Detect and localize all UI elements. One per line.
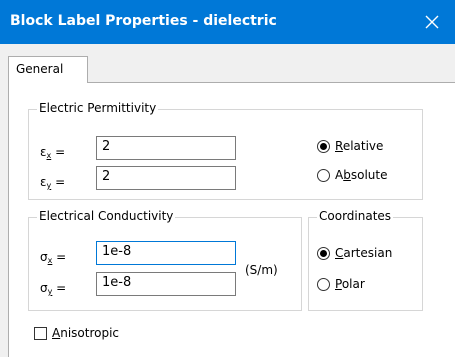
tab-general-label: General [16, 62, 64, 76]
coordinates-legend: Coordinates [317, 209, 394, 223]
conductivity-units: (S/m) [245, 263, 278, 277]
title-bar: Block Label Properties - dielectric [0, 0, 455, 44]
permittivity-legend: Electric Permittivity [37, 101, 159, 115]
absolute-radio[interactable] [317, 169, 330, 182]
epsilon-y-label: εy = [40, 175, 66, 190]
polar-label[interactable]: Polar [335, 277, 365, 291]
polar-radio[interactable] [317, 278, 330, 291]
epsilon-y-input[interactable]: 2 [96, 166, 236, 190]
relative-label[interactable]: Relative [335, 139, 383, 153]
close-button[interactable] [409, 0, 455, 44]
cartesian-radio[interactable] [317, 247, 330, 260]
cartesian-label[interactable]: Cartesian [335, 246, 392, 260]
anisotropic-label[interactable]: Anisotropic [52, 326, 119, 340]
absolute-label[interactable]: Absolute [335, 168, 387, 182]
window-title: Block Label Properties - dielectric [10, 13, 277, 29]
epsilon-x-input[interactable]: 2 [96, 136, 236, 160]
sigma-y-input[interactable]: 1e-8 [96, 272, 236, 296]
close-icon [425, 15, 439, 29]
sigma-y-label: σy = [40, 281, 67, 296]
anisotropic-checkbox[interactable] [34, 327, 47, 340]
sigma-x-label: σx = [40, 250, 67, 265]
coordinates-group: Coordinates [308, 209, 423, 311]
general-panel: Electric Permittivity εx = 2 εy = 2 Rela… [8, 82, 455, 357]
sigma-x-input[interactable]: 1e-8 [96, 241, 236, 265]
relative-radio[interactable] [317, 140, 330, 153]
epsilon-x-label: εx = [40, 145, 66, 160]
tab-general[interactable]: General [8, 56, 88, 83]
conductivity-legend: Electrical Conductivity [37, 209, 176, 223]
